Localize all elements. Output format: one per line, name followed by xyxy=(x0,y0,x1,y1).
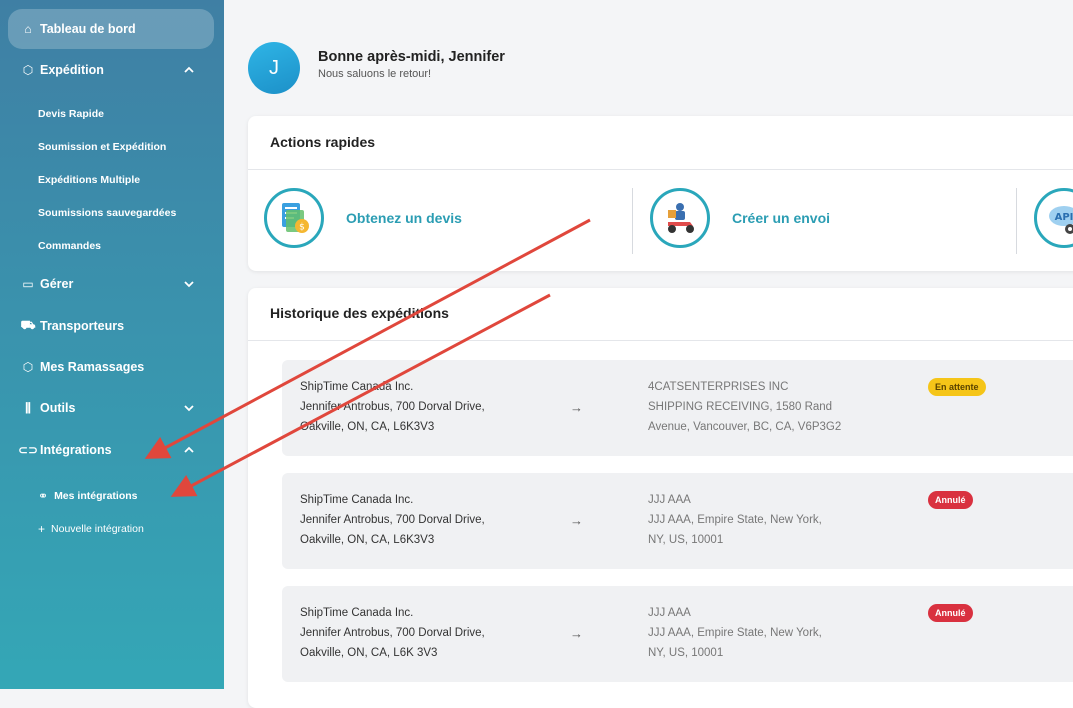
nav-ramassages-label: Mes Ramassages xyxy=(40,360,145,374)
box-icon: ⬡ xyxy=(22,63,34,77)
from-address-line2: Oakville, ON, CA, L6K3V3 xyxy=(300,421,435,433)
nav-dashboard[interactable]: ⌂ Tableau de bord xyxy=(8,9,214,49)
shipment-row[interactable]: ShipTime Canada Inc. Jennifer Antrobus, … xyxy=(282,360,1073,456)
monitor-icon: ▭ xyxy=(22,277,34,291)
greeting-title: Bonne après-midi, Jennifer xyxy=(318,49,505,65)
api-action[interactable]: API xyxy=(1034,188,1073,248)
arrow-right-icon: → xyxy=(570,400,583,415)
scooter-courier-icon xyxy=(668,203,694,233)
chevron-up-icon xyxy=(184,66,194,73)
nav-dashboard-label: Tableau de bord xyxy=(40,22,136,36)
sub-soumissions-sauvegardees[interactable]: Soumissions sauvegardées xyxy=(38,207,176,219)
shipment-row[interactable]: ShipTime Canada Inc. Jennifer Antrobus, … xyxy=(282,586,1073,682)
to-address-line2: NY, US, 10001 xyxy=(648,647,724,659)
create-shipment-action[interactable]: Créer un envoi xyxy=(650,188,830,248)
from-company: ShipTime Canada Inc. xyxy=(300,494,414,506)
nav-expedition[interactable]: ⬡ Expédition xyxy=(8,50,214,90)
divider xyxy=(248,340,1073,341)
api-cloud-icon: API xyxy=(1034,188,1073,248)
create-shipment-label: Créer un envoi xyxy=(732,210,831,226)
api-text: API xyxy=(1055,212,1073,223)
shipment-to: 4CATSENTERPRISES INC SHIPPING RECEIVING,… xyxy=(648,377,841,437)
to-company: JJJ AAA xyxy=(648,494,691,506)
nav-integrations-label: Intégrations xyxy=(40,443,112,457)
separator xyxy=(632,188,633,254)
to-address-line1: JJJ AAA, Empire State, New York, xyxy=(648,514,822,526)
divider xyxy=(248,169,1073,170)
shipment-to: JJJ AAA JJJ AAA, Empire State, New York,… xyxy=(648,603,822,663)
arrow-right-icon: → xyxy=(570,626,583,641)
sub-devis-rapide[interactable]: Devis Rapide xyxy=(38,108,104,120)
shipment-from: ShipTime Canada Inc. Jennifer Antrobus, … xyxy=(300,490,485,550)
sub-commandes[interactable]: Commandes xyxy=(38,240,101,252)
sub-mes-integrations[interactable]: ⚭ Mes intégrations xyxy=(38,489,138,503)
from-address-line1: Jennifer Antrobus, 700 Dorval Drive, xyxy=(300,627,485,639)
separator xyxy=(1016,188,1017,254)
to-company: 4CATSENTERPRISES INC xyxy=(648,381,789,393)
avatar[interactable]: J xyxy=(248,42,300,94)
cloud-gear-icon: API xyxy=(1049,206,1073,234)
to-address-line2: NY, US, 10001 xyxy=(648,534,724,546)
from-address-line2: Oakville, ON, CA, L6K 3V3 xyxy=(300,647,438,659)
home-icon: ⌂ xyxy=(24,22,32,36)
from-company: ShipTime Canada Inc. xyxy=(300,381,414,393)
main-content: J Bonne après-midi, Jennifer Nous saluon… xyxy=(224,0,1073,708)
status-badge: Annulé xyxy=(928,604,973,622)
svg-text:$: $ xyxy=(299,223,305,233)
nav-expedition-label: Expédition xyxy=(40,63,104,77)
to-address-line1: JJJ AAA, Empire State, New York, xyxy=(648,627,822,639)
from-address-line1: Jennifer Antrobus, 700 Dorval Drive, xyxy=(300,514,485,526)
chevron-down-icon xyxy=(184,281,194,288)
from-address-line1: Jennifer Antrobus, 700 Dorval Drive, xyxy=(300,401,485,413)
to-address-line1: SHIPPING RECEIVING, 1580 Rand xyxy=(648,401,833,413)
nav-outils[interactable]: ⫼ Outils xyxy=(8,388,214,428)
status-badge: En attente xyxy=(928,378,986,396)
sub-nouvelle-integration-label: Nouvelle intégration xyxy=(51,523,144,535)
chevron-up-icon xyxy=(184,446,194,453)
status-badge: Annulé xyxy=(928,491,973,509)
to-company: JJJ AAA xyxy=(648,607,691,619)
get-quote-label: Obtenez un devis xyxy=(346,210,462,226)
nav-ramassages[interactable]: ⬡ Mes Ramassages xyxy=(8,347,214,387)
shipment-from: ShipTime Canada Inc. Jennifer Antrobus, … xyxy=(300,603,485,663)
nav-gerer[interactable]: ▭ Gérer xyxy=(8,264,214,304)
nav-transporteurs[interactable]: ⛟ Transporteurs xyxy=(8,306,214,346)
sub-expeditions-multiple[interactable]: Expéditions Multiple xyxy=(38,174,140,186)
get-quote-action[interactable]: $ Obtenez un devis xyxy=(264,188,462,248)
link-icon: ⚭ xyxy=(38,489,49,503)
sub-soumission-expedition[interactable]: Soumission et Expédition xyxy=(38,141,166,153)
nav-outils-label: Outils xyxy=(40,401,76,415)
truck-icon: ⛟ xyxy=(20,318,36,332)
quote-icon: $ xyxy=(264,188,324,248)
to-address-line2: Avenue, Vancouver, BC, CA, V6P3G2 xyxy=(648,421,842,433)
quick-actions-title: Actions rapides xyxy=(270,134,376,150)
nav-gerer-label: Gérer xyxy=(40,277,74,291)
chevron-down-icon xyxy=(184,405,194,412)
sub-mes-integrations-label: Mes intégrations xyxy=(54,490,138,502)
nav-transporteurs-label: Transporteurs xyxy=(40,319,125,333)
arrow-right-icon: → xyxy=(570,513,583,528)
document-money-icon: $ xyxy=(282,203,309,233)
shipment-to: JJJ AAA JJJ AAA, Empire State, New York,… xyxy=(648,490,822,550)
package-icon: ⬡ xyxy=(22,360,34,374)
plus-icon: + xyxy=(38,522,46,536)
sub-nouvelle-integration[interactable]: + Nouvelle intégration xyxy=(38,522,144,536)
nav-integrations[interactable]: ⊂⊃ Intégrations xyxy=(8,430,214,470)
sidebar: ⌂ Tableau de bord ⬡ Expédition Devis Rap… xyxy=(0,0,224,689)
shipment-row[interactable]: ShipTime Canada Inc. Jennifer Antrobus, … xyxy=(282,473,1073,569)
from-company: ShipTime Canada Inc. xyxy=(300,607,414,619)
delivery-icon xyxy=(650,188,710,248)
greeting-subtitle: Nous saluons le retour! xyxy=(318,68,432,80)
from-address-line2: Oakville, ON, CA, L6K3V3 xyxy=(300,534,435,546)
tools-icon: ⫼ xyxy=(25,400,31,415)
shipment-from: ShipTime Canada Inc. Jennifer Antrobus, … xyxy=(300,377,485,437)
shipment-history-title: Historique des expéditions xyxy=(270,305,449,321)
link-icon: ⊂⊃ xyxy=(17,443,39,457)
